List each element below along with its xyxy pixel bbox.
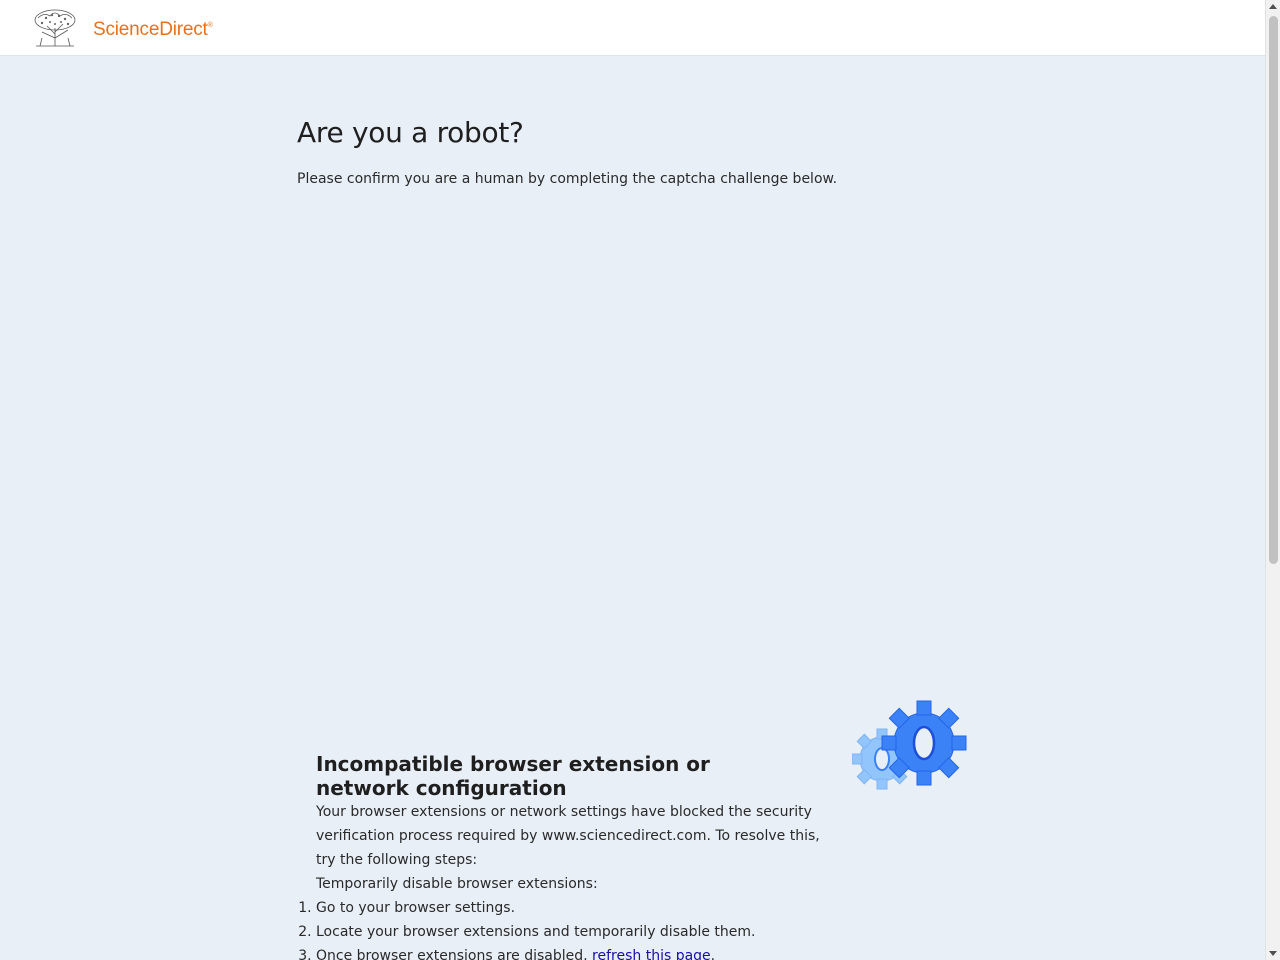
vertical-scrollbar[interactable] <box>1265 0 1280 960</box>
error-panel: Incompatible browser extension or networ… <box>316 750 836 960</box>
disable-extensions-heading: Temporarily disable browser extensions: <box>316 876 598 892</box>
brand-name[interactable]: ScienceDirect® <box>93 19 213 41</box>
scroll-down-arrow-icon[interactable] <box>1269 951 1277 956</box>
gears-icon <box>852 700 967 790</box>
step-item: Locate your browser extensions and tempo… <box>316 920 836 944</box>
refresh-page-link[interactable]: refresh this page <box>592 948 711 960</box>
step-text-end: . <box>710 948 716 960</box>
registered-mark: ® <box>207 22 213 29</box>
step-text: Once browser extensions are disabled, <box>316 948 593 960</box>
page-title: Are you a robot? <box>297 116 524 149</box>
error-description: Your browser extensions or network setti… <box>316 804 820 868</box>
elsevier-tree-icon[interactable] <box>32 8 78 48</box>
site-header: ScienceDirect® <box>0 0 1265 56</box>
step-item: Once browser extensions are disabled, re… <box>316 944 836 960</box>
scrollbar-thumb[interactable] <box>1269 16 1278 564</box>
brand-name-text: ScienceDirect <box>93 19 208 40</box>
main-content: Are you a robot? Please confirm you are … <box>0 56 1265 960</box>
scroll-up-arrow-icon[interactable] <box>1269 4 1277 9</box>
steps-list: Go to your browser settings. Locate your… <box>316 896 836 960</box>
error-heading: Incompatible browser extension or networ… <box>316 752 710 800</box>
page-subtitle: Please confirm you are a human by comple… <box>297 171 838 187</box>
step-item: Go to your browser settings. <box>316 896 836 920</box>
